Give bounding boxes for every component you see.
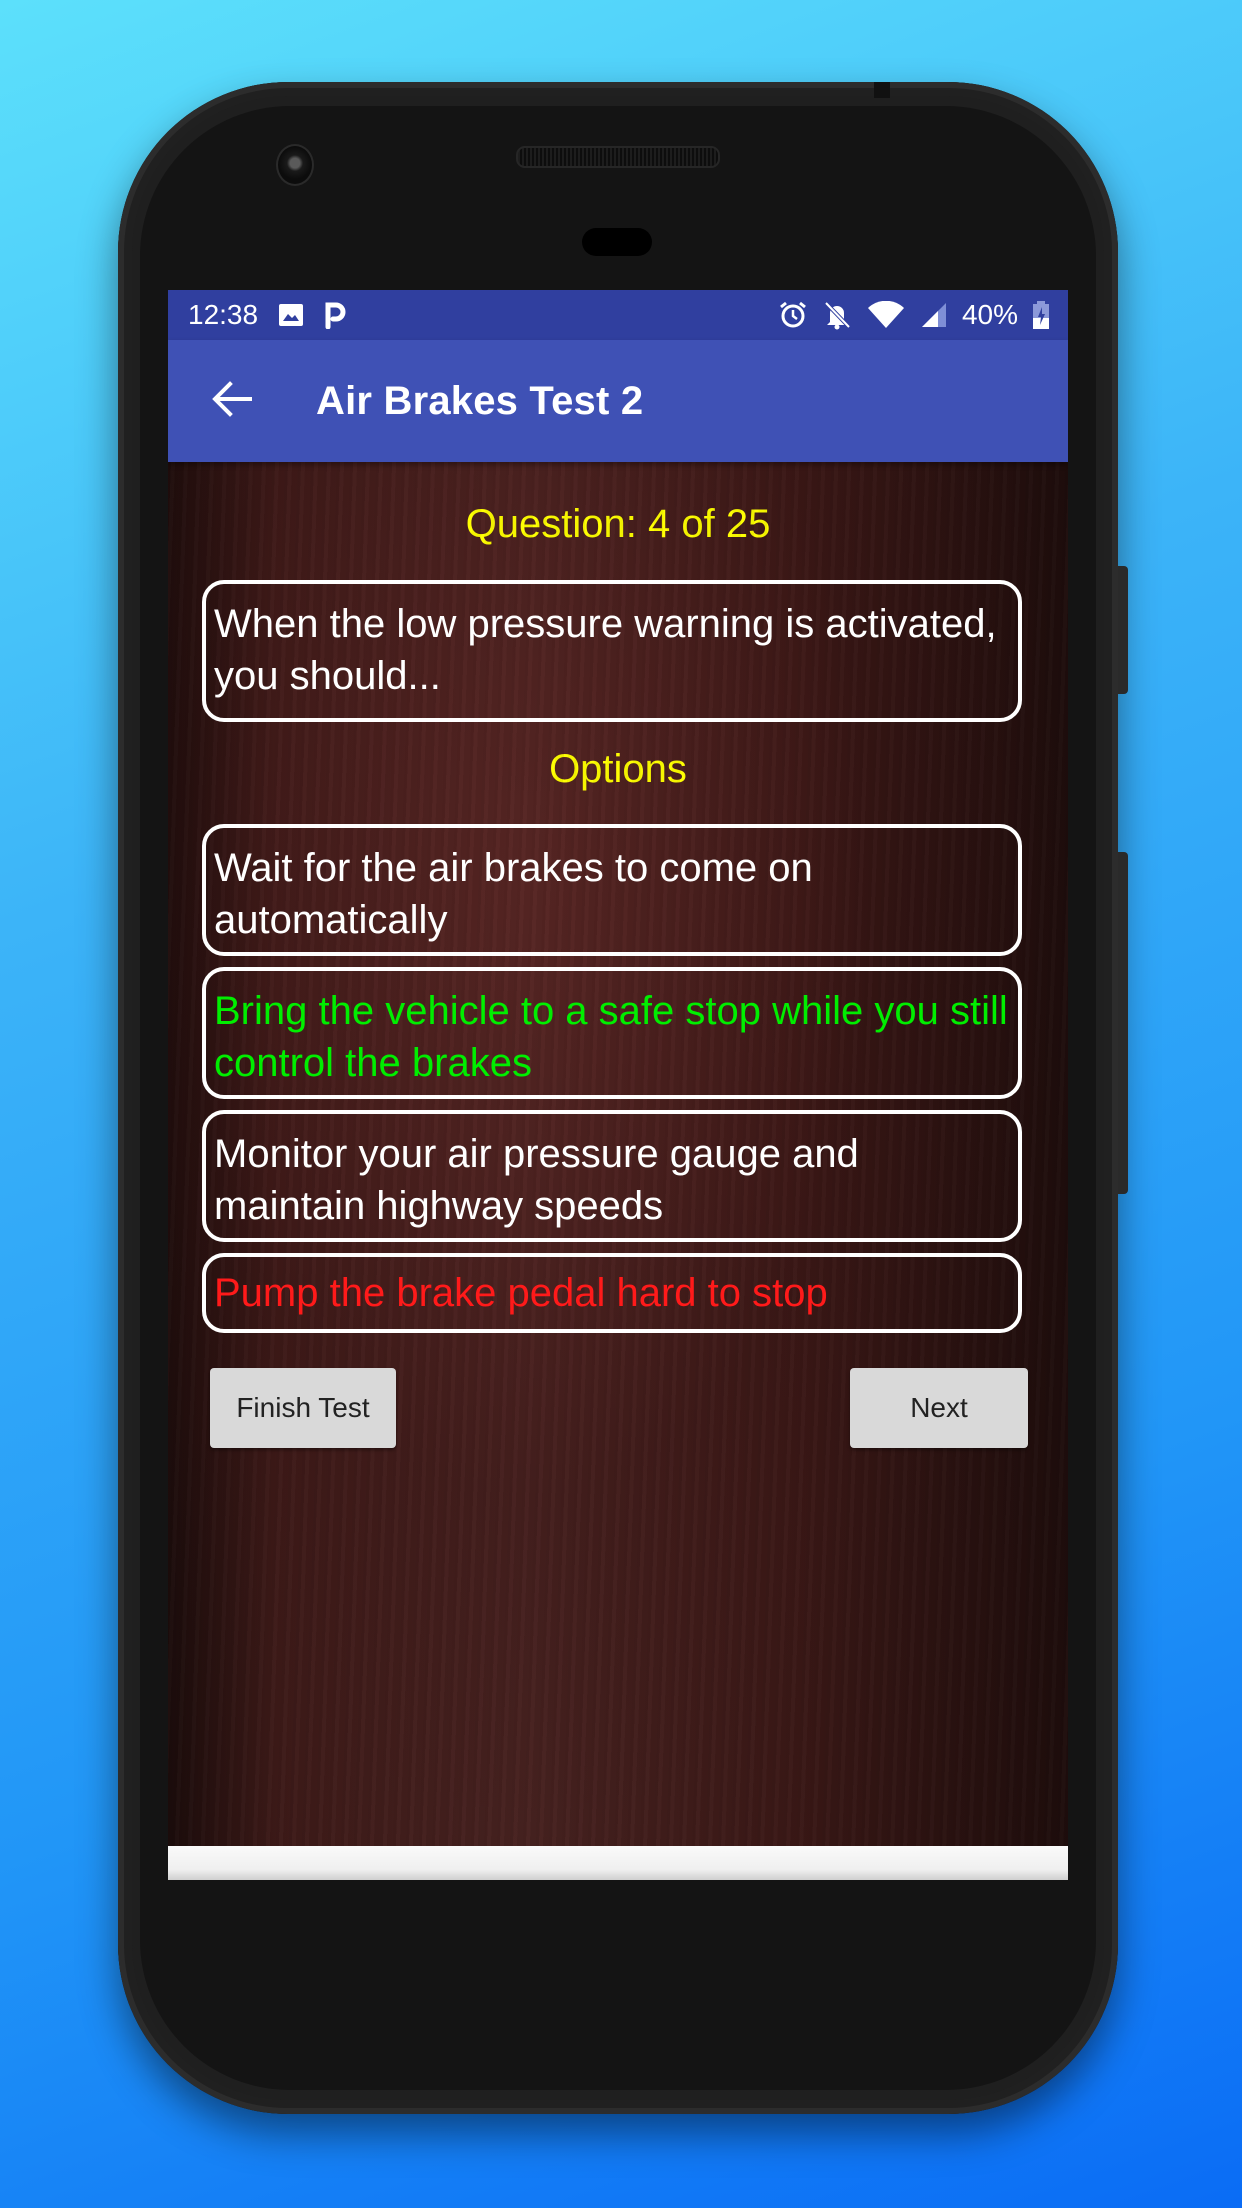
question-counter: Question: 4 of 25 bbox=[465, 502, 771, 546]
status-bar: 12:38 40% bbox=[168, 290, 1068, 340]
battery-charging-icon bbox=[1032, 300, 1050, 330]
earpiece-speaker bbox=[516, 146, 720, 168]
front-camera bbox=[276, 144, 314, 186]
back-button[interactable] bbox=[202, 371, 262, 431]
answer-option-4-wrong[interactable]: Pump the brake pedal hard to stop bbox=[202, 1253, 1022, 1333]
wifi-icon bbox=[866, 301, 906, 329]
options-heading: Options bbox=[549, 747, 687, 791]
device-screen: 12:38 40% Air Brakes Test 2 Question: 4 … bbox=[168, 290, 1068, 1880]
answer-option-2-correct[interactable]: Bring the vehicle to a safe stop while y… bbox=[202, 967, 1022, 1099]
answer-option-1[interactable]: Wait for the air brakes to come on autom… bbox=[202, 824, 1022, 956]
answer-option-3[interactable]: Monitor your air pressure gauge and main… bbox=[202, 1110, 1022, 1242]
power-button bbox=[1118, 566, 1128, 694]
alarm-icon bbox=[778, 300, 808, 330]
battery-percent: 40% bbox=[961, 299, 1018, 330]
image-icon bbox=[278, 303, 304, 327]
signal-icon bbox=[920, 301, 948, 329]
next-button[interactable]: Next bbox=[850, 1368, 1028, 1448]
quiz-content: Question: 4 of 25 When the low pressure … bbox=[168, 462, 1068, 1846]
finish-test-button[interactable]: Finish Test bbox=[210, 1368, 396, 1448]
bell-off-icon bbox=[822, 300, 852, 330]
status-time: 12:38 bbox=[188, 299, 259, 330]
bottom-banner-bar bbox=[168, 1846, 1068, 1880]
volume-button bbox=[1118, 852, 1128, 1194]
app-bar: Air Brakes Test 2 bbox=[168, 340, 1068, 462]
proximity-sensor bbox=[582, 228, 652, 256]
arrow-left-icon bbox=[212, 380, 252, 422]
app-title: Air Brakes Test 2 bbox=[316, 378, 644, 423]
phone-top-notch bbox=[874, 82, 890, 98]
question-text: When the low pressure warning is activat… bbox=[202, 580, 1022, 722]
parking-icon bbox=[324, 301, 346, 329]
